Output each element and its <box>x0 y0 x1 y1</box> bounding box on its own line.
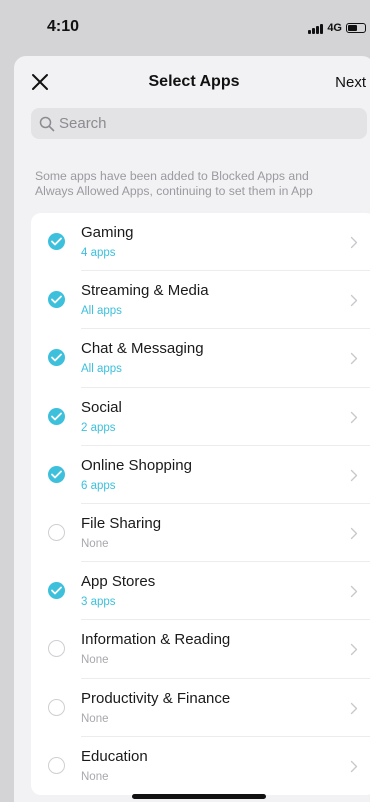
notice-text: Some apps have been added to Blocked App… <box>35 169 370 199</box>
status-indicators: 4G <box>308 22 366 34</box>
nav-bar: Select Apps Next <box>14 56 370 110</box>
category-app-count: 6 apps <box>81 479 116 492</box>
category-row[interactable]: Streaming & Media All apps <box>31 271 370 330</box>
category-name: Streaming & Media <box>81 282 209 300</box>
category-row[interactable]: File Sharing None <box>31 504 370 563</box>
signal-icon <box>308 23 324 34</box>
category-app-count: None <box>81 654 109 667</box>
search-bar[interactable] <box>31 108 367 139</box>
category-name: App Stores <box>81 573 156 591</box>
category-app-count: 3 apps <box>81 596 116 609</box>
chevron-right-icon <box>350 295 358 307</box>
category-name: Education <box>81 747 148 765</box>
home-indicator <box>132 794 266 799</box>
category-row[interactable]: Productivity & Finance None <box>31 679 370 737</box>
category-name: Chat & Messaging <box>81 340 204 358</box>
category-row[interactable]: Online Shopping 6 apps <box>31 446 370 504</box>
checked-circle-icon[interactable] <box>48 582 65 600</box>
chevron-right-icon <box>350 527 358 540</box>
category-row[interactable]: Chat & Messaging All apps <box>31 329 370 388</box>
unchecked-circle-icon[interactable] <box>48 640 65 658</box>
checked-circle-icon[interactable] <box>48 349 65 367</box>
battery-icon <box>346 23 366 33</box>
category-row[interactable]: Gaming 4 apps <box>31 213 370 272</box>
network-label: 4G <box>327 22 342 34</box>
chevron-right-icon <box>350 236 358 249</box>
notice-line-2: Always Allowed Apps, continuing to set t… <box>35 184 313 198</box>
chevron-right-icon <box>350 702 358 714</box>
category-app-count: 2 apps <box>81 421 116 434</box>
category-row[interactable]: Education None <box>31 737 370 795</box>
category-row[interactable]: App Stores 3 apps <box>31 562 370 621</box>
category-row[interactable]: Information & Reading None <box>31 620 370 679</box>
chevron-right-icon <box>350 353 358 365</box>
category-name: Social <box>81 398 122 416</box>
chevron-right-icon <box>350 585 358 598</box>
screen: 4:10 4G Select Apps Next Search Some app… <box>0 0 370 802</box>
unchecked-circle-icon[interactable] <box>48 523 65 541</box>
category-name: Information & Reading <box>81 631 231 649</box>
search-icon <box>39 116 55 131</box>
category-list: Gaming 4 apps Streaming & Media All apps Cha… <box>31 213 370 795</box>
checked-circle-icon[interactable] <box>48 465 65 483</box>
status-time: 4:10 <box>47 18 80 35</box>
select-apps-sheet: Select Apps Next Some apps have been add… <box>14 56 370 802</box>
category-name: Productivity & Finance <box>81 689 231 707</box>
checked-circle-icon[interactable] <box>48 407 65 425</box>
category-name: File Sharing <box>81 514 162 532</box>
category-app-count: None <box>81 537 109 550</box>
category-app-count: All apps <box>81 363 122 376</box>
chevron-right-icon <box>350 411 358 423</box>
status-bar: 4:10 4G <box>0 0 370 56</box>
chevron-right-icon <box>350 644 358 656</box>
unchecked-circle-icon[interactable] <box>48 756 65 774</box>
category-app-count: None <box>81 770 109 783</box>
category-app-count: None <box>81 712 109 725</box>
category-app-count: 4 apps <box>81 247 116 259</box>
category-app-count: All apps <box>81 305 122 318</box>
chevron-right-icon <box>350 760 358 772</box>
unchecked-circle-icon[interactable] <box>48 698 65 716</box>
next-button[interactable]: Next <box>335 74 366 91</box>
chevron-right-icon <box>350 469 358 481</box>
category-name: Online Shopping <box>81 456 192 474</box>
notice-line-1: Some apps have been added to Blocked App… <box>35 169 309 183</box>
category-row[interactable]: Social 2 apps <box>31 388 370 446</box>
checked-circle-icon[interactable] <box>48 233 65 250</box>
search-input[interactable] <box>59 115 349 132</box>
page-title: Select Apps <box>148 73 240 90</box>
checked-circle-icon[interactable] <box>48 291 65 309</box>
category-name: Gaming <box>81 224 134 241</box>
